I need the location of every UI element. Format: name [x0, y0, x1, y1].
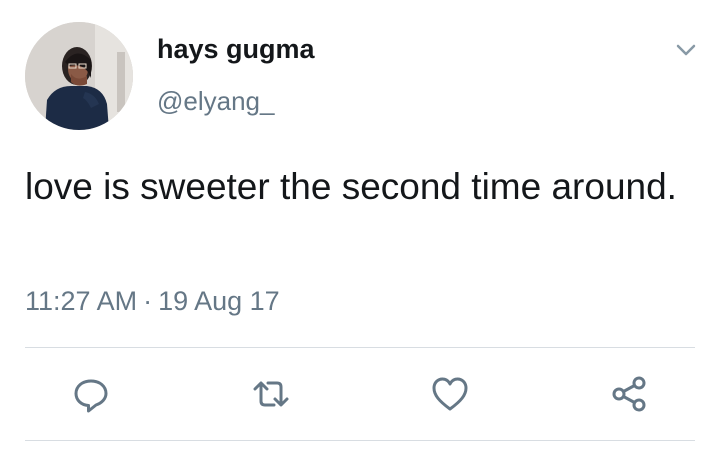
- share-button[interactable]: [607, 372, 651, 416]
- reply-button[interactable]: [69, 372, 113, 416]
- reply-icon: [74, 379, 108, 413]
- tweet-menu-button[interactable]: [672, 40, 700, 60]
- avatar[interactable]: [25, 22, 133, 130]
- tweet-date: 19 Aug 17: [158, 286, 280, 316]
- like-button[interactable]: [428, 372, 472, 416]
- chevron-down-icon: [676, 44, 696, 56]
- share-icon: [612, 376, 646, 412]
- tweet-time: 11:27 AM: [25, 286, 138, 316]
- user-handle[interactable]: @elyang_: [157, 86, 274, 117]
- retweet-button[interactable]: [249, 372, 293, 416]
- divider: [25, 440, 695, 441]
- heart-icon: [432, 377, 468, 411]
- timestamp-separator: ·: [143, 286, 153, 316]
- timestamp[interactable]: 11:27 AM · 19 Aug 17: [25, 286, 280, 317]
- divider: [25, 347, 695, 348]
- display-name[interactable]: hays gugma: [157, 34, 315, 65]
- avatar-photo: [25, 22, 133, 130]
- retweet-icon: [253, 381, 289, 407]
- tweet-card: hays gugma @elyang_ love is sweeter the …: [0, 0, 720, 454]
- tweet-text: love is sweeter the second time around.: [25, 166, 677, 207]
